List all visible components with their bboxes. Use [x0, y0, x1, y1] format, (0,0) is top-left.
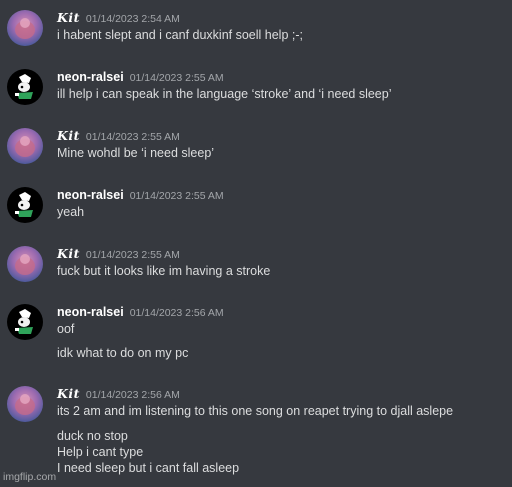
username[interactable]: Kit: [57, 128, 80, 143]
message-text: yeah: [57, 205, 85, 219]
username[interactable]: neon-ralsei: [57, 305, 124, 319]
kit-avatar-icon[interactable]: [7, 386, 43, 422]
username[interactable]: neon-ralsei: [57, 70, 124, 84]
message-header: neon-ralsei 01/14/2023 2:55 AM: [57, 187, 224, 203]
message-header: neon-ralsei 01/14/2023 2:55 AM: [57, 69, 224, 85]
username[interactable]: neon-ralsei: [57, 188, 124, 202]
timestamp: 01/14/2023 2:55 AM: [85, 131, 180, 143]
message-header: Kit 01/14/2023 2:56 AM: [57, 386, 180, 402]
message-text: its 2 am and im listening to this one so…: [57, 404, 454, 418]
message-header: neon-ralsei 01/14/2023 2:56 AM: [57, 304, 224, 320]
watermark: imgflip.com: [3, 471, 57, 483]
username[interactable]: Kit: [57, 246, 80, 261]
message-text: ill help i can speak in the language ‘st…: [57, 87, 392, 101]
chat-message-list: Kit 01/14/2023 2:54 AM i habent slept and…: [0, 0, 512, 487]
message-text: Help i cant type: [57, 445, 144, 459]
message-text: Mine wohdl be ‘i need sleep’: [57, 146, 215, 160]
kit-avatar-icon[interactable]: [7, 246, 43, 282]
message-text: fuck but it looks like im having a strok…: [57, 264, 271, 278]
timestamp: 01/14/2023 2:56 AM: [129, 307, 224, 319]
message-text: idk what to do on my pc: [57, 346, 189, 360]
username[interactable]: Kit: [57, 10, 80, 25]
timestamp: 01/14/2023 2:55 AM: [85, 249, 180, 261]
message-text: duck no stop: [57, 429, 128, 443]
message-header: Kit 01/14/2023 2:54 AM: [57, 10, 180, 26]
ralsei-avatar-icon[interactable]: [7, 304, 43, 340]
timestamp: 01/14/2023 2:55 AM: [129, 190, 224, 202]
message-text: oof: [57, 322, 75, 336]
timestamp: 01/14/2023 2:54 AM: [85, 13, 180, 25]
message-text: i habent slept and i canf duxkinf soell …: [57, 28, 303, 42]
username[interactable]: Kit: [57, 386, 80, 401]
message-text: I need sleep but i cant fall asleep: [57, 461, 240, 475]
kit-avatar-icon[interactable]: [7, 10, 43, 46]
message-header: Kit 01/14/2023 2:55 AM: [57, 246, 180, 262]
timestamp: 01/14/2023 2:56 AM: [85, 389, 180, 401]
kit-avatar-icon[interactable]: [7, 128, 43, 164]
ralsei-avatar-icon[interactable]: [7, 69, 43, 105]
message-header: Kit 01/14/2023 2:55 AM: [57, 128, 180, 144]
timestamp: 01/14/2023 2:55 AM: [129, 72, 224, 84]
ralsei-avatar-icon[interactable]: [7, 187, 43, 223]
